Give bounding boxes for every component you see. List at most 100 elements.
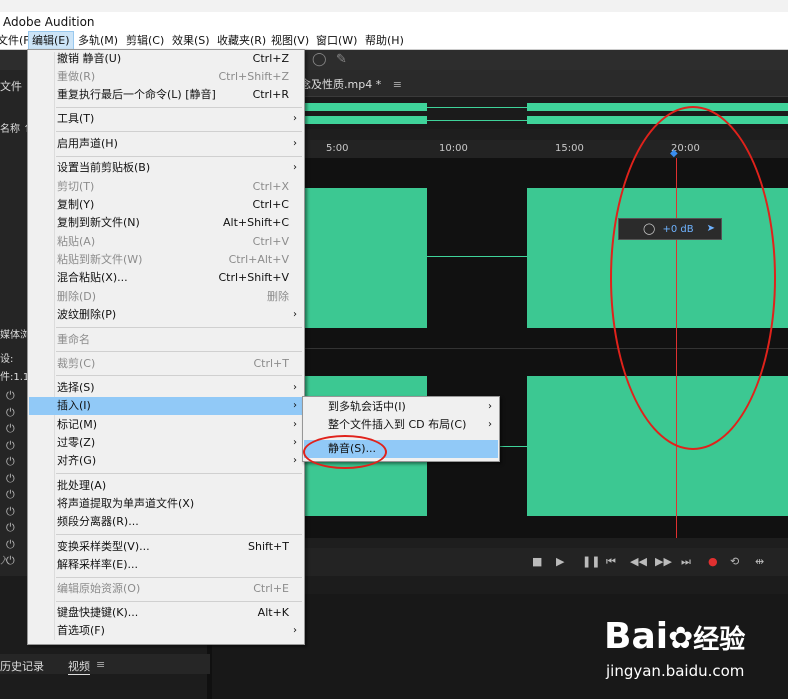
menu-item-crop[interactable]: 裁剪(C) Ctrl+T [29,355,303,373]
timeline-tick: 5:00 [326,143,349,154]
menu-item-keyboard-shortcuts[interactable]: 键盘快捷键(K)... Alt+K [29,604,303,622]
menu-item-snapping[interactable]: 对齐(G) › [29,452,303,470]
menu-item-zero-crossings[interactable]: 过零(Z) › [29,434,303,452]
submenu-arrow-icon: › [293,138,297,149]
move-to-end-icon[interactable]: ⏭ [681,555,691,569]
menu-separator [56,107,302,108]
menu-edit[interactable]: 编辑(E) [28,31,74,50]
menu-item-undo[interactable]: 撤销 静音(U) Ctrl+Z [29,50,303,68]
menu-item-convert-sample-type[interactable]: 变换采样类型(V)... Shift+T [29,538,303,556]
stop-icon[interactable]: ■ [532,555,542,568]
menu-item-enable-channels[interactable]: 启用声道(H) › [29,135,303,153]
menu-item-copy-to-new[interactable]: 复制到新文件(N) Alt+Shift+C [29,214,303,232]
timeline-tick: 15:00 [555,143,584,154]
play-icon[interactable]: ▶ [556,555,564,568]
menu-item-select[interactable]: 选择(S) › [29,379,303,397]
submenu-arrow-icon: › [293,113,297,124]
silence-line [427,256,527,257]
tab-history[interactable]: 历史记录 [0,658,44,674]
submenu-arrow-icon: › [293,382,297,393]
menu-item-redo[interactable]: 重做(R) Ctrl+Shift+Z [29,68,303,86]
timeline-tick: 10:00 [439,143,468,154]
transport-bar: ■ ▶ ❚❚ ⏮ ◀◀ ▶▶ ⏭ ● ⟲ ⇹ [300,548,788,576]
menu-item-delete[interactable]: 删除(D) 删除 [29,288,303,306]
submenu-arrow-icon: › [488,401,492,412]
menu-separator [56,534,302,535]
submenu-arrow-icon: › [293,419,297,430]
submenu-arrow-icon: › [293,309,297,320]
tab-menu-icon[interactable]: ≡ [393,78,402,91]
menu-clip[interactable]: 剪辑(C) [123,32,167,49]
menu-separator [56,577,302,578]
submenu-arrow-icon: › [488,419,492,430]
title-bar: Adobe Audition [0,12,788,32]
menu-item-paste[interactable]: 粘贴(A) Ctrl+V [29,233,303,251]
tab-menu-icon[interactable]: ≡ [96,658,105,671]
menu-separator [56,351,302,352]
menu-item-markers[interactable]: 标记(M) › [29,416,303,434]
fast-forward-icon[interactable]: ▶▶ [655,555,672,568]
overview-wave [305,116,427,124]
menu-separator [56,156,302,157]
menu-item-preferences[interactable]: 首选项(F) › [29,622,303,640]
menu-item-extract-channels[interactable]: 将声道提取为单声道文件(X) [29,495,303,513]
menu-separator [56,601,302,602]
menu-multitrack[interactable]: 多轨(M) [75,32,121,49]
submenu-arrow-icon: › [293,162,297,173]
menu-item-repeat-last[interactable]: 重复执行最后一个命令(L) [静音] Ctrl+R [29,86,303,104]
panel-label-files: 文件 [0,80,22,93]
menu-item-interpret-sample-rate[interactable]: 解释采样率(E)... [29,556,303,574]
pencil-icon[interactable]: ✎ [336,52,347,67]
watermark-url: jingyan.baidu.com [606,662,745,680]
menu-bar: 文件(F) 编辑(E) 多轨(M) 剪辑(C) 效果(S) 收藏夹(R) 视图(… [0,31,788,50]
file-tab-label: 念及性质.mp4 * [300,78,382,91]
menu-view[interactable]: 视图(V) [268,32,312,49]
pause-icon[interactable]: ❚❚ [582,555,600,568]
menu-help[interactable]: 帮助(H) [362,32,407,49]
editor-file-tab[interactable]: 念及性质.mp4 * ≡ [300,76,402,92]
annotation-ellipse [303,435,387,469]
panel-label-file: 件:1.1 [0,372,30,383]
panel-label-settings: 设: [0,354,14,365]
submenu-arrow-icon: › [293,625,297,636]
menu-favorites[interactable]: 收藏夹(R) [214,32,269,49]
annotation-ellipse [610,106,776,450]
app-title: Adobe Audition [3,15,95,29]
submenu-arrow-icon: › [293,400,297,411]
menu-item-ripple-delete[interactable]: 波纹删除(P) › [29,306,303,324]
menu-item-cut[interactable]: 剪切(T) Ctrl+X [29,178,303,196]
overview-silence [427,107,527,108]
overview-wave [305,103,427,111]
menu-item-paste-to-new[interactable]: 粘贴到新文件(W) Ctrl+Alt+V [29,251,303,269]
menu-window[interactable]: 窗口(W) [313,32,360,49]
menu-separator [56,473,302,474]
rewind-icon[interactable]: ◀◀ [630,555,647,568]
menu-item-rename[interactable]: 重命名 [29,331,303,349]
watermark-brand: Bai [604,616,669,657]
move-to-start-icon[interactable]: ⏮ [606,555,616,569]
tab-video[interactable]: 视频 [68,658,90,675]
brush-icon[interactable]: ◯ [312,52,327,67]
loop-icon[interactable]: ⟲ [730,555,739,568]
submenu-item-to-multitrack[interactable]: 到多轨会话中(I) › [304,398,498,416]
baidu-watermark-logo: Bai✿经验 [604,616,745,657]
submenu-item-cd-layout[interactable]: 整个文件插入到 CD 布局(C) › [304,416,498,434]
bottom-tabs: 历史记录 视频 ≡ [0,654,210,675]
menu-item-tools[interactable]: 工具(T) › [29,110,303,128]
menu-effects[interactable]: 效果(S) [169,32,213,49]
menu-item-copy[interactable]: 复制(Y) Ctrl+C [29,196,303,214]
power-icon[interactable]: ⏻ ⏻ ⏻ ⏻ ⏻ ⏻ ⏻ ⏻ ⏻ ⏻ ⏻ [6,388,20,570]
menu-item-edit-original[interactable]: 编辑原始资源(O) Ctrl+E [29,580,303,598]
menu-separator [56,131,302,132]
watermark-brand2: 经验 [693,625,746,655]
edit-menu: 撤销 静音(U) Ctrl+Z 重做(R) Ctrl+Shift+Z 重复执行最后一… [27,49,305,645]
menu-item-set-clipboard[interactable]: 设置当前剪贴板(B) › [29,159,303,177]
skip-selection-icon[interactable]: ⇹ [755,555,764,568]
window-top-strip [0,0,788,12]
menu-item-mix-paste[interactable]: 混合粘贴(X)... Ctrl+Shift+V [29,269,303,287]
record-icon[interactable]: ● [708,555,718,568]
menu-item-band-splitter[interactable]: 频段分离器(R)... [29,513,303,531]
menu-item-batch-process[interactable]: 批处理(A) [29,477,303,495]
menu-item-insert[interactable]: 插入(I) › [29,397,303,415]
overview-silence [427,120,527,121]
